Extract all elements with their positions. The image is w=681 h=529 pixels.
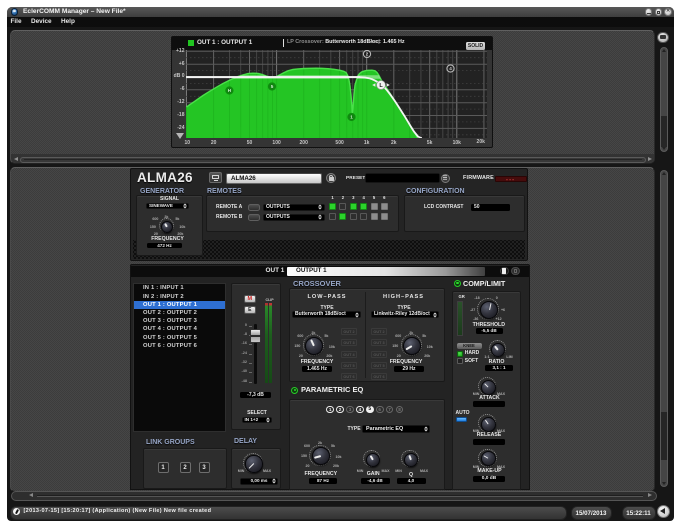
svg-text:5: 5 <box>271 84 274 89</box>
svg-text:1: 1 <box>350 115 353 120</box>
svg-text:4: 4 <box>449 66 452 71</box>
svg-text:2: 2 <box>366 52 369 57</box>
